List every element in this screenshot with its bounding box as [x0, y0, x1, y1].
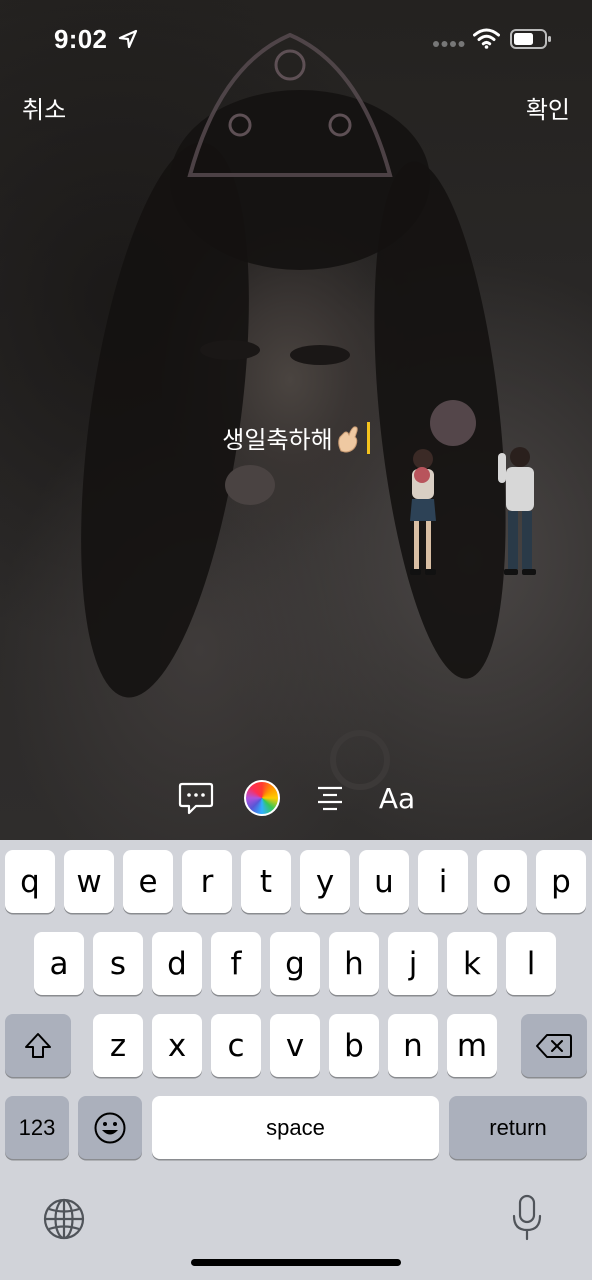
- numbers-key[interactable]: 123: [5, 1096, 69, 1159]
- microphone-icon[interactable]: [510, 1194, 544, 1242]
- key-x[interactable]: x: [152, 1014, 202, 1077]
- emoji-key[interactable]: [78, 1096, 142, 1159]
- key-s[interactable]: s: [93, 932, 143, 995]
- text-toolbar: Aa: [0, 775, 592, 825]
- text-cursor: [366, 421, 370, 454]
- key-u[interactable]: u: [359, 850, 409, 913]
- key-r[interactable]: r: [182, 850, 232, 913]
- key-j[interactable]: j: [388, 932, 438, 995]
- space-key[interactable]: space: [152, 1096, 439, 1159]
- key-d[interactable]: d: [152, 932, 202, 995]
- key-c[interactable]: c: [211, 1014, 261, 1077]
- status-bar: 9:02: [0, 0, 592, 80]
- finger-heart-emoji-icon: [337, 425, 358, 453]
- key-g[interactable]: g: [270, 932, 320, 995]
- key-k[interactable]: k: [447, 932, 497, 995]
- cancel-button[interactable]: 취소: [22, 90, 66, 125]
- key-q[interactable]: q: [5, 850, 55, 913]
- key-y[interactable]: y: [300, 850, 350, 913]
- key-i[interactable]: i: [418, 850, 468, 913]
- location-arrow-icon: [118, 29, 138, 49]
- caption-text: 생일축하해: [222, 426, 333, 454]
- globe-icon[interactable]: [42, 1197, 86, 1241]
- key-h[interactable]: h: [329, 932, 379, 995]
- key-l[interactable]: l: [506, 932, 556, 995]
- battery-icon: [510, 29, 551, 49]
- return-key[interactable]: return: [449, 1096, 587, 1159]
- key-a[interactable]: a: [34, 932, 84, 995]
- delete-key[interactable]: [521, 1014, 587, 1077]
- key-p[interactable]: p: [536, 850, 586, 913]
- couple-sticker-right: [498, 447, 536, 575]
- backspace-icon: [536, 1033, 572, 1058]
- key-b[interactable]: b: [329, 1014, 379, 1077]
- key-n[interactable]: n: [388, 1014, 438, 1077]
- key-o[interactable]: o: [477, 850, 527, 913]
- home-indicator: [191, 1259, 401, 1266]
- key-t[interactable]: t: [241, 850, 291, 913]
- speech-bubble-icon[interactable]: [176, 775, 216, 821]
- key-m[interactable]: m: [447, 1014, 497, 1077]
- font-style-button[interactable]: Aa: [374, 775, 420, 821]
- color-wheel-icon[interactable]: [242, 775, 282, 821]
- key-f[interactable]: f: [211, 932, 261, 995]
- align-center-icon[interactable]: [312, 775, 348, 821]
- emoji-icon: [94, 1112, 126, 1143]
- key-e[interactable]: e: [123, 850, 173, 913]
- shift-key[interactable]: [5, 1014, 71, 1077]
- cellular-signal-icon: [433, 41, 465, 47]
- keyboard: q w e r t y u i o p a s d f g h j k l z …: [0, 840, 592, 1280]
- couple-sticker-left: [410, 449, 436, 575]
- status-time: 9:02: [54, 24, 108, 54]
- key-z[interactable]: z: [93, 1014, 143, 1077]
- wifi-icon: [473, 28, 500, 49]
- key-w[interactable]: w: [64, 850, 114, 913]
- shift-icon: [25, 1032, 51, 1058]
- key-v[interactable]: v: [270, 1014, 320, 1077]
- confirm-button[interactable]: 확인: [526, 90, 570, 125]
